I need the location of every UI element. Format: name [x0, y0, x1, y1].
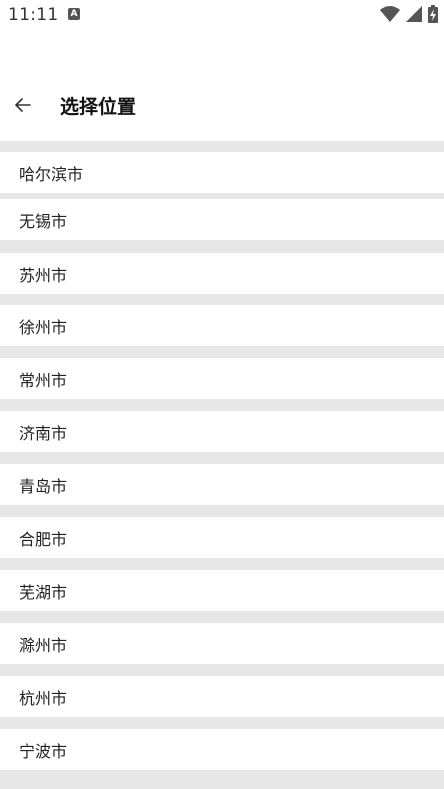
list-item[interactable]: 徐州市 — [0, 305, 444, 346]
status-icons — [379, 5, 438, 25]
status-bar: 11:11 A — [0, 0, 444, 30]
list-item-label: 青岛市 — [19, 476, 68, 496]
list-item[interactable]: 苏州市 — [0, 253, 444, 294]
list-item[interactable]: 滁州市 — [0, 623, 444, 664]
notification-a-icon: A — [68, 8, 80, 20]
list-item-label: 哈尔滨市 — [19, 164, 84, 184]
back-button[interactable] — [10, 92, 36, 118]
page-title: 选择位置 — [60, 96, 137, 118]
list-item-label: 济南市 — [19, 423, 68, 443]
list-item[interactable]: 无锡市 — [0, 199, 444, 240]
list-item-label: 芜湖市 — [19, 582, 68, 602]
list-item-label: 合肥市 — [19, 529, 68, 549]
list-item-label: 宁波市 — [19, 741, 68, 761]
wifi-icon — [379, 6, 400, 22]
battery-icon — [428, 5, 438, 23]
list-item[interactable]: 宁波市 — [0, 729, 444, 770]
list-item-label: 苏州市 — [19, 265, 68, 285]
list-item-label: 无锡市 — [19, 211, 68, 231]
status-time: 11:11 — [8, 5, 59, 25]
arrow-left-icon — [15, 98, 31, 112]
list-item[interactable]: 芜湖市 — [0, 570, 444, 611]
list-item[interactable]: 济南市 — [0, 411, 444, 452]
list-item[interactable]: 常州市 — [0, 358, 444, 399]
list-item[interactable]: 合肥市 — [0, 517, 444, 558]
list-item-label: 徐州市 — [19, 317, 68, 337]
list-item[interactable]: 杭州市 — [0, 676, 444, 717]
list-item-label: 滁州市 — [19, 635, 68, 655]
list-item[interactable]: 青岛市 — [0, 464, 444, 505]
cellular-signal-icon — [405, 6, 422, 22]
list-item-label: 杭州市 — [19, 688, 68, 708]
list-item-label: 常州市 — [19, 370, 68, 390]
city-list[interactable]: 哈尔滨市 无锡市 苏州市 徐州市 常州市 济南市 青岛市 合肥市 芜湖市 滁州市… — [0, 141, 444, 789]
app-bar: 选择位置 — [0, 80, 444, 130]
list-item[interactable]: 哈尔滨市 — [0, 152, 444, 193]
